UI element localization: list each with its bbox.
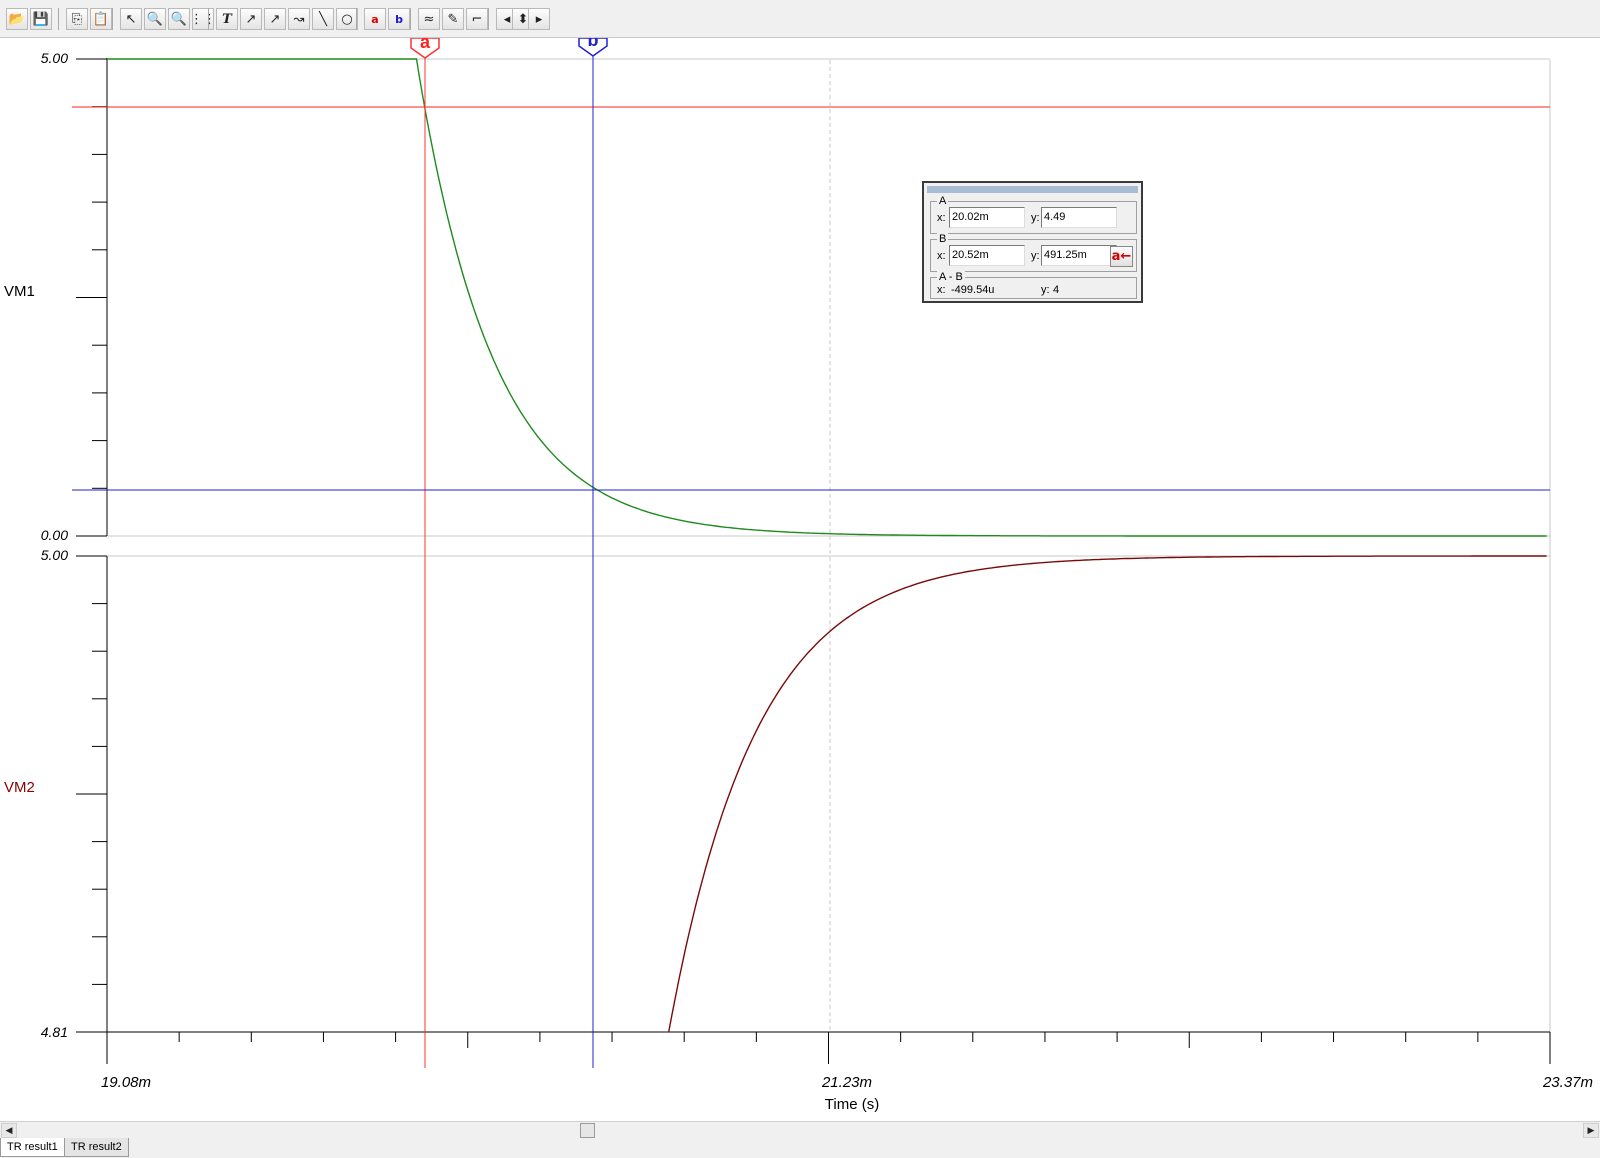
result-tabs: TR result1 TR result2 (0, 1138, 1600, 1158)
y-axis-ticks (76, 58, 107, 1033)
add-trace-icon[interactable]: ≈ (418, 8, 440, 30)
vm1-y-max-label: 5.00 (41, 50, 68, 66)
toolbar-separator (356, 8, 357, 30)
cursor-diff-group-title: A - B (937, 271, 965, 283)
cursor-b-group: B x: 20.52m y: 491.25m a← (930, 233, 1137, 272)
zoom-100-icon[interactable]: 🔍 (168, 8, 190, 30)
swap-cursor-button[interactable]: a← (1110, 246, 1133, 267)
vm2-y-max-label: 5.00 (41, 547, 68, 563)
waveform-plot[interactable]: 5.00 0.00 5.00 4.81 VM1 VM2 19.08m 21.23… (0, 38, 1600, 1120)
text-icon[interactable]: T (216, 8, 238, 30)
arrow-right-icon[interactable]: ▸ (528, 8, 550, 30)
scroll-right-icon[interactable]: ▶ (1583, 1123, 1599, 1138)
x-tick-label-mid: 21.23m (821, 1074, 872, 1091)
vm2-series-label: VM2 (4, 779, 35, 796)
scrollbar-thumb[interactable] (580, 1123, 595, 1138)
grid-icon[interactable]: ⋮⋮ (190, 8, 216, 30)
x-tick-label-start: 19.08m (101, 1074, 151, 1091)
toolbar-separator (208, 8, 209, 30)
readout-titlebar[interactable] (927, 186, 1138, 193)
x-axis-ticks (106, 1032, 1551, 1064)
vm2-y-min-label: 4.81 (41, 1024, 68, 1040)
vm2-trace[interactable] (668, 555, 1547, 1033)
cursor-b-handle-label: b (588, 38, 599, 50)
trace-label-icon[interactable]: ↗ (240, 8, 262, 30)
trace-value-icon[interactable]: ↝ (288, 8, 310, 30)
cursor-b-x-field[interactable]: 20.52m (949, 245, 1025, 266)
copy-icon[interactable]: ⎘ (66, 8, 88, 30)
cursor-diff-x-label: x: (937, 284, 946, 296)
cursor-b-icon[interactable]: b (388, 8, 410, 30)
flag-icon[interactable]: ⌐ (466, 8, 488, 30)
cursor-b-y-field[interactable]: 491.25m (1041, 245, 1117, 266)
cursor-b-y-label: y: (1031, 250, 1040, 262)
zoom-in-icon[interactable]: 🔍 (144, 8, 166, 30)
cursor-b-x-label: x: (937, 250, 946, 262)
toolbar-separator (112, 8, 113, 30)
cursor-a-x-field[interactable]: 20.02m (949, 207, 1025, 228)
pointer-icon[interactable]: ↖ (120, 8, 142, 30)
line-icon[interactable]: ╲ (312, 8, 334, 30)
cursor-a-x-label: x: (937, 212, 946, 224)
cursor-readout-panel[interactable]: A x: 20.02m y: 4.49 B x: 20.52m y: 491.2… (922, 181, 1143, 303)
trace-label2-icon[interactable]: ↗ (264, 8, 286, 30)
vm1-trace[interactable] (107, 58, 1547, 537)
cursor-a-group-title: A (937, 195, 949, 207)
cursor-diff-y-value: 4 (1053, 284, 1060, 296)
cursor-a-handle-label: a (420, 38, 431, 52)
cursor-diff-x-value: -499.54u (951, 284, 995, 296)
x-tick-label-end: 23.37m (1542, 1074, 1593, 1091)
pick-icon[interactable]: ✎ (442, 8, 464, 30)
cursor-diff-y-label: y: (1041, 284, 1050, 296)
cursor-a-icon[interactable]: a (364, 8, 386, 30)
tab-tr-result1[interactable]: TR result1 (0, 1138, 65, 1157)
circle-icon[interactable]: ○ (336, 8, 358, 30)
cursor-a-group: A x: 20.02m y: 4.49 (930, 195, 1137, 234)
toolbar-separator (58, 8, 59, 30)
horizontal-scrollbar[interactable]: ◀ ▶ (0, 1121, 1600, 1138)
tab-tr-result2[interactable]: TR result2 (64, 1138, 129, 1157)
cursor-a-y-label: y: (1031, 212, 1040, 224)
save-icon[interactable]: 💾 (30, 8, 52, 30)
vm1-y-min-label: 0.00 (41, 527, 68, 543)
x-axis-label: Time (s) (825, 1096, 879, 1113)
vm1-series-label: VM1 (4, 283, 35, 300)
scroll-left-icon[interactable]: ◀ (1, 1123, 17, 1138)
cursor-diff-group: A - B x: -499.54u y: 4 (930, 271, 1137, 299)
cursor-a-y-field[interactable]: 4.49 (1041, 207, 1117, 228)
paste-icon[interactable]: 📋 (90, 8, 112, 30)
open-icon[interactable]: 📂 (6, 8, 28, 30)
toolbar: 📂 💾 ⎘ 📋 ↖ 🔍 🔍 ⋮⋮ T ↗ ↗ ↝ ╲ ○ a b ≈ ✎ ⌐ ◂ ⬍ ▸ (0, 0, 1600, 38)
toolbar-separator (410, 8, 411, 30)
toolbar-separator (488, 8, 489, 30)
cursor-b-group-title: B (937, 233, 949, 245)
